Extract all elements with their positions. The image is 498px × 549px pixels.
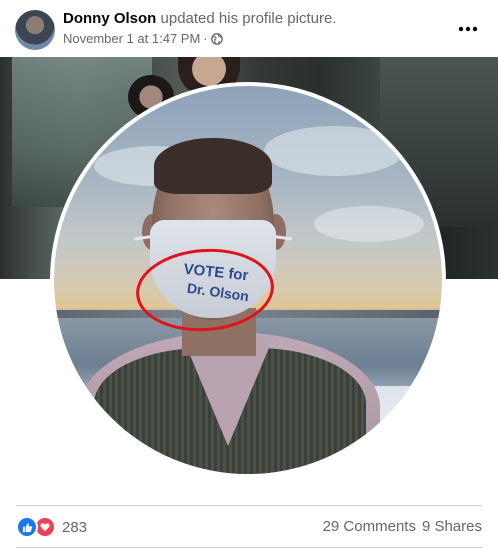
post-action-text: updated his profile picture.	[160, 10, 337, 27]
post-meta: November 1 at 1:47 PM ·	[63, 31, 223, 46]
reaction-count: 283	[62, 518, 88, 536]
cloud	[264, 126, 404, 176]
post-timestamp[interactable]: November 1 at 1:47 PM	[63, 31, 200, 46]
meta-separator: ·	[203, 31, 208, 46]
footer-divider	[16, 505, 482, 506]
post-footer: 283 29 Comments 9 Shares	[0, 508, 498, 549]
more-horizontal-icon	[458, 19, 478, 37]
reactions-summary[interactable]: 283	[16, 516, 87, 538]
post-title-line: Donny Olson updated his profile picture.	[63, 10, 336, 27]
engagement-stats: 29 Comments 9 Shares	[323, 518, 482, 535]
bottom-divider	[16, 547, 482, 548]
like-icon	[16, 516, 38, 538]
more-options-button[interactable]	[452, 12, 484, 44]
hair	[154, 138, 272, 194]
comments-count-link[interactable]: 29 Comments	[323, 518, 416, 535]
post-header: Donny Olson updated his profile picture.…	[0, 0, 498, 56]
shares-count-link[interactable]: 9 Shares	[422, 518, 482, 535]
globe-icon[interactable]	[210, 32, 223, 45]
author-avatar[interactable]	[15, 10, 55, 50]
feed-post: Donny Olson updated his profile picture.…	[0, 0, 498, 549]
author-name-link[interactable]: Donny Olson	[63, 10, 156, 27]
cloud	[314, 206, 424, 242]
